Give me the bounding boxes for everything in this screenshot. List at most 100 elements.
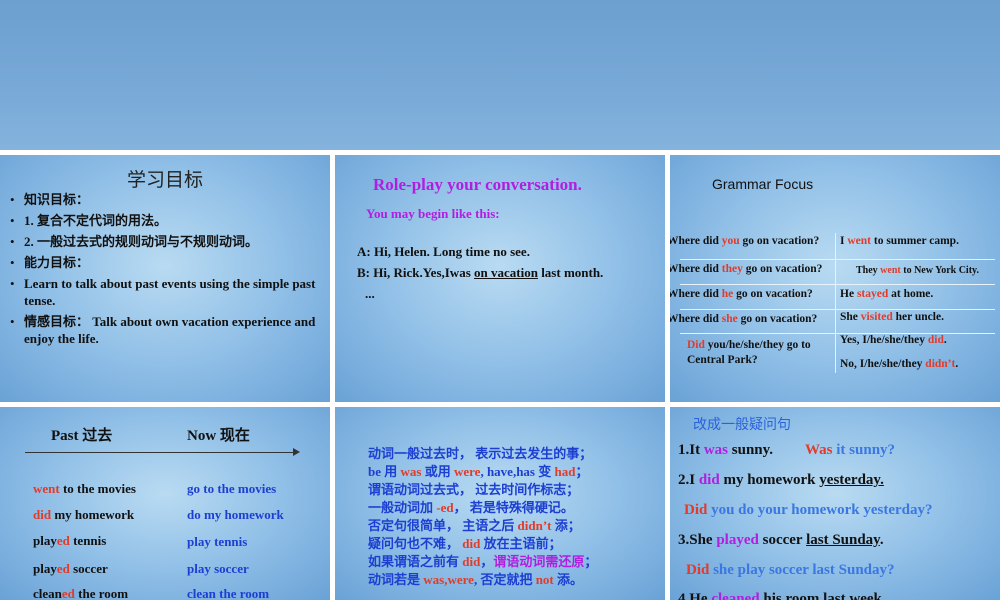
rhyme-text: 一般动词加	[368, 500, 437, 515]
answer-row: He stayed at home.	[840, 288, 933, 300]
sentence-text: 2.I	[678, 472, 699, 488]
slide-title: Grammar Focus	[712, 176, 814, 192]
slide-grammar-focus[interactable]: Grammar Focus Where did you go on vacati…	[670, 155, 1000, 402]
answer-text: .	[943, 334, 947, 346]
did-word: Did	[687, 339, 705, 351]
rhyme-text: , have,has 变	[480, 464, 555, 479]
answer-text: it sunny?	[832, 442, 896, 458]
slide-role-play[interactable]: Role-play your conversation. You may beg…	[335, 155, 665, 402]
answer-text: you do your homework yesterday?	[707, 502, 933, 518]
past-suffix: ed	[61, 586, 75, 600]
rhyme-line: 一般动词加 -ed， 若是特殊得硬记。	[368, 497, 574, 516]
dialogue-text: B: Hi, Rick.Yes,Iwas	[357, 265, 475, 280]
question-text: go on vacation?	[737, 313, 818, 325]
past-verb: did	[698, 472, 720, 488]
phrase-text: to the movies	[59, 481, 136, 496]
now-phrase: play tennis	[187, 534, 248, 549]
past-header: Past 过去	[51, 428, 113, 444]
timeline-line	[25, 452, 297, 453]
answer-text: to summer camp.	[871, 235, 959, 247]
now-phrase: clean the room	[187, 586, 270, 600]
slide-title: 学习目标	[126, 169, 203, 191]
past-verb: played	[716, 532, 759, 548]
answer-text: she play soccer last Sunday?	[709, 562, 895, 578]
table-rule	[680, 284, 995, 285]
now-phrase: go to the movies	[187, 481, 277, 496]
rhyme-line: 动词一般过去时， 表示过去发生的事；	[368, 446, 593, 461]
phrase-text: play	[33, 561, 57, 576]
past-verb: went	[880, 265, 901, 276]
question-text: Where did	[670, 263, 722, 275]
time-phrase: last Sunday	[806, 532, 880, 548]
rhyme-text: , 否定就把	[473, 572, 536, 587]
rhyme-text: ；	[575, 464, 589, 479]
slide-learning-objectives[interactable]: 学习目标 知识目标： 1. 复合不定代词的用法。 2. 一般过去式的规则动词与不…	[0, 155, 330, 402]
answer-text: They	[856, 265, 881, 276]
past-verb: did	[33, 507, 52, 522]
rhyme-text: 疑问句也不难，	[368, 536, 463, 551]
sentence-text: 1.It	[678, 442, 704, 458]
answer-text: at home.	[888, 288, 934, 300]
list-item: 情感目标： Talk about own vacation experience…	[10, 313, 320, 347]
now-phrase: do my homework	[187, 507, 284, 522]
question-text: Where did	[670, 235, 722, 247]
ellipsis: ...	[365, 286, 375, 301]
rhyme-text: 放在主语前；	[480, 536, 562, 551]
table-rule	[680, 333, 995, 334]
list-item: 知识目标：	[10, 191, 320, 208]
question-text: you/he/she/they go to	[704, 339, 811, 351]
sentence-text: .	[879, 532, 884, 548]
rhyme-text: be 用	[368, 464, 401, 479]
top-banner	[0, 0, 1000, 150]
past-verb: went	[33, 481, 60, 496]
list-item: Learn to talk about past events using th…	[10, 275, 320, 309]
table-divider	[835, 233, 836, 373]
did-word: Was	[805, 442, 833, 458]
table-rule	[680, 309, 995, 310]
slide-yes-no-questions[interactable]: 改成一般疑问句 1.It was sunny. Was it sunny? 2.…	[670, 407, 1000, 600]
pronoun: you	[721, 235, 740, 247]
phrase-text: play	[33, 533, 57, 548]
answer-row: I went to summer camp.	[840, 235, 959, 247]
exercise-answer: Was it sunny?	[805, 442, 895, 459]
phrase-text: soccer	[69, 561, 108, 576]
rhyme-line: 否定句很简单， 主语之后 didn’t 添；	[368, 515, 581, 534]
sentence-text: my homework	[719, 472, 820, 488]
yes-answer: Yes, I/he/she/they did.	[840, 334, 947, 346]
rhyme-text: ，	[480, 554, 494, 569]
past-phrase: played soccer	[33, 561, 108, 577]
question-text: go on vacation?	[739, 235, 820, 247]
pronoun: they	[721, 263, 743, 275]
answer-text: to New York City.	[900, 265, 979, 276]
dialogue-line-b: B: Hi, Rick.Yes,Iwas on vacation last mo…	[357, 265, 603, 281]
past-phrase: played tennis	[33, 533, 106, 549]
past-verb: didn’t	[925, 358, 956, 370]
list-item: 2. 一般过去式的规则动词与不规则动词。	[10, 233, 320, 250]
past-suffix: ed	[56, 561, 70, 576]
phrase-text: clean	[33, 586, 62, 600]
slide-subheading: You may begin like this:	[366, 206, 500, 221]
rhyme-text: 动词若是	[368, 572, 424, 587]
slide-past-tense-rhyme[interactable]: 动词一般过去时， 表示过去发生的事； be 用 was 或用 were, hav…	[335, 407, 665, 600]
time-phrase: yesterday.	[819, 472, 884, 488]
pronoun: he	[721, 288, 734, 300]
past-verb: stayed	[856, 288, 889, 300]
slide-past-vs-now[interactable]: Past 过去 Now 现在 went to the movies go to …	[0, 407, 330, 600]
exercise-sentence: 2.I did my homework yesterday.	[678, 472, 884, 489]
answer-text: .	[955, 358, 959, 370]
exercise-sentence: 1.It was sunny.	[678, 442, 773, 459]
pronoun: she	[721, 313, 738, 325]
exercise-sentence: 4.He cleaned his room last week.	[678, 591, 886, 600]
past-phrase: cleaned the room	[33, 586, 128, 600]
answer-row: They went to New York City.	[856, 265, 979, 276]
sentence-text: 4.He	[678, 591, 712, 600]
rhyme-line: be 用 was 或用 were, have,has 变 had；	[368, 461, 588, 480]
table-rule	[680, 259, 995, 260]
past-verb: visited	[860, 311, 893, 323]
did-question: Did you/he/she/they go to	[687, 339, 811, 351]
rhyme-text: 否定句很简单， 主语之后	[368, 518, 518, 533]
now-phrase: play soccer	[187, 561, 249, 576]
question-row: Where did she go on vacation?	[670, 313, 817, 325]
slide-heading: Role-play your conversation.	[373, 175, 582, 194]
highlight: not	[535, 572, 554, 587]
